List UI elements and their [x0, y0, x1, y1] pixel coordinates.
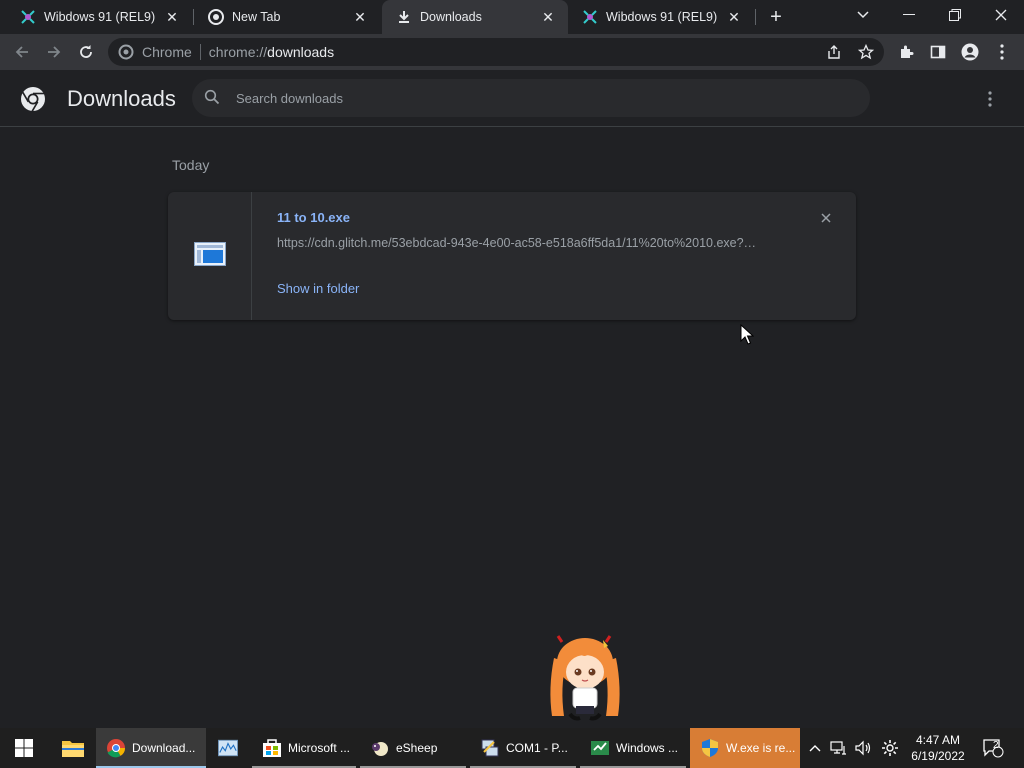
side-panel-icon[interactable]	[924, 38, 952, 66]
exe-file-icon	[193, 241, 226, 271]
download-url[interactable]: https://cdn.glitch.me/53ebdcad-943e-4e00…	[277, 236, 777, 250]
tab-wibdows-1[interactable]: Wibdows 91 (REL9) ✕	[6, 0, 192, 34]
tab-title: New Tab	[232, 10, 281, 24]
site-label: Chrome	[142, 44, 192, 60]
taskbar-item-label: W.exe is re...	[726, 741, 796, 755]
taskbar-item-uac-prompt[interactable]: W.exe is re...	[690, 728, 800, 768]
forward-button[interactable]	[40, 38, 68, 66]
profile-icon[interactable]	[956, 38, 984, 66]
taskbar-item-downloads[interactable]: Download...	[96, 728, 206, 768]
tab-new-tab[interactable]: New Tab ✕	[194, 0, 380, 34]
download-filename-link[interactable]: 11 to 10.exe	[277, 210, 350, 225]
taskbar-item-label: eSheep	[396, 741, 438, 755]
tab-title: Downloads	[420, 10, 482, 24]
tab-title: Wibdows 91 (REL9)	[606, 10, 718, 24]
tab-title: Wibdows 91 (REL9)	[44, 10, 156, 24]
file-icon-column	[168, 192, 252, 320]
remove-download-icon[interactable]	[816, 208, 836, 228]
clock-time: 4:47 AM	[915, 733, 961, 747]
taskbar-item-windows-app[interactable]: Windows ...	[580, 728, 686, 768]
tab-search-button[interactable]	[840, 0, 886, 30]
taskbar-item-resource-monitor[interactable]	[208, 728, 252, 768]
back-button[interactable]	[8, 38, 36, 66]
desktop-pet-character[interactable]	[540, 628, 630, 728]
download-icon	[396, 9, 412, 25]
taskbar-item-microsoft-store[interactable]: Microsoft ...	[252, 728, 356, 768]
tab-strip: Wibdows 91 (REL9) ✕ New Tab ✕ Downloads …	[0, 0, 1024, 34]
chrome-logo-icon	[20, 86, 46, 112]
restore-button[interactable]	[932, 0, 978, 30]
taskbar-item-label: COM1 - P...	[506, 741, 568, 755]
clock-date: 6/19/2022	[911, 749, 965, 763]
mouse-cursor-icon	[740, 323, 755, 346]
omnibox-divider	[199, 44, 201, 60]
browser-toolbar: Chrome chrome://downloads	[0, 34, 1024, 70]
page-title: Downloads	[67, 86, 176, 111]
tab-wibdows-2[interactable]: Wibdows 91 (REL9) ✕	[568, 0, 754, 34]
chrome-menu-icon[interactable]	[988, 38, 1016, 66]
store-icon	[262, 738, 282, 758]
file-explorer-icon[interactable]	[50, 728, 96, 768]
wibdows-icon	[582, 9, 598, 25]
close-window-button[interactable]	[978, 0, 1024, 30]
start-button[interactable]	[0, 728, 48, 768]
taskbar-item-label: Windows ...	[616, 741, 679, 755]
close-icon[interactable]: ✕	[726, 9, 742, 25]
taskbar-item-putty[interactable]: COM1 - P...	[470, 728, 576, 768]
search-downloads-box	[192, 79, 870, 117]
shield-icon	[700, 738, 720, 758]
address-bar[interactable]: Chrome chrome://downloads	[108, 38, 884, 66]
taskbar-clock[interactable]: 4:47 AM 6/19/2022	[906, 732, 970, 764]
putty-icon	[480, 738, 500, 758]
minimize-button[interactable]	[886, 0, 932, 30]
sheep-icon	[370, 738, 390, 758]
close-icon[interactable]: ✕	[540, 9, 556, 25]
taskbar-item-label: Download...	[132, 741, 196, 755]
downloads-header: Downloads	[0, 70, 1024, 127]
settings-gear-icon[interactable]	[878, 728, 902, 768]
download-item: 11 to 10.exe https://cdn.glitch.me/53ebd…	[168, 192, 856, 320]
notification-count: 2	[993, 740, 999, 751]
date-heading: Today	[172, 157, 210, 173]
show-in-folder-link[interactable]: Show in folder	[277, 281, 359, 296]
tab-downloads[interactable]: Downloads ✕	[382, 0, 568, 34]
taskbar-item-label: Microsoft ...	[288, 741, 351, 755]
chrome-icon	[208, 9, 224, 25]
more-actions-icon[interactable]	[978, 87, 1002, 111]
url-host: downloads	[267, 44, 335, 60]
bookmark-star-icon[interactable]	[856, 42, 876, 62]
search-icon	[204, 89, 222, 107]
volume-icon[interactable]	[852, 728, 874, 768]
action-center-icon[interactable]: 2	[978, 728, 1008, 768]
extensions-icon[interactable]	[892, 38, 920, 66]
close-icon[interactable]: ✕	[164, 9, 180, 25]
new-tab-button[interactable]: +	[764, 5, 788, 29]
windows-taskbar: Download... Microsoft ... eSheep COM1 - …	[0, 728, 1024, 768]
share-icon[interactable]	[824, 42, 844, 62]
chrome-icon	[118, 44, 134, 60]
chrome-icon	[106, 738, 126, 758]
url-scheme: chrome://	[208, 44, 268, 60]
taskbar-item-esheep[interactable]: eSheep	[360, 728, 466, 768]
close-icon[interactable]: ✕	[352, 9, 368, 25]
wibdows-icon	[20, 9, 36, 25]
chevron-up-icon[interactable]	[806, 728, 824, 768]
resource-monitor-icon	[218, 738, 238, 758]
search-downloads-input[interactable]	[236, 90, 836, 106]
tab-separator	[755, 9, 756, 25]
reload-button[interactable]	[72, 38, 100, 66]
windows-app-icon	[590, 738, 610, 758]
network-icon[interactable]	[828, 728, 850, 768]
